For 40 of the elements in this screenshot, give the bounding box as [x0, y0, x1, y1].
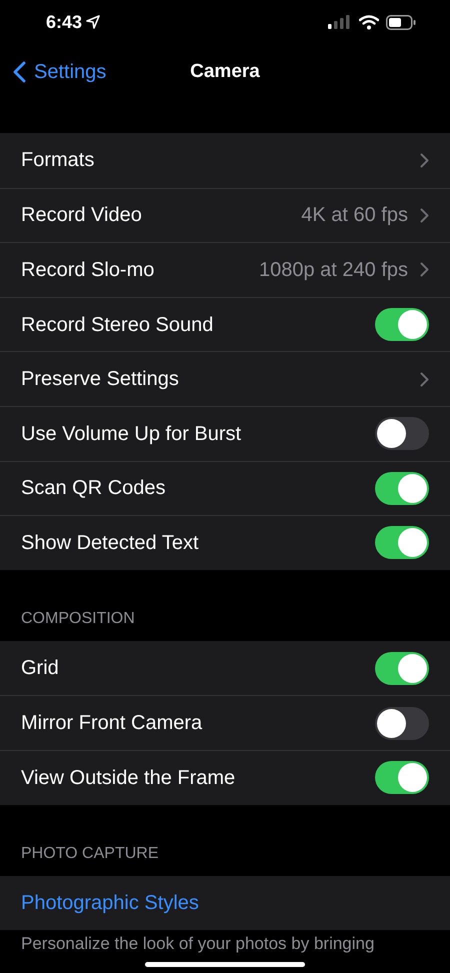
toggle-switch[interactable]	[375, 652, 429, 685]
section-header: COMPOSITION	[21, 608, 135, 629]
row-label: Record Video	[21, 203, 142, 228]
section-footer: Personalize the look of your photos by bringing	[21, 935, 374, 952]
toggle-switch[interactable]	[375, 761, 429, 794]
row-label: Preserve Settings	[21, 367, 179, 392]
wifi-icon	[359, 14, 379, 30]
toggle-switch[interactable]	[375, 706, 429, 740]
row-label: Use Volume Up for Burst	[21, 422, 242, 447]
toggle-switch[interactable]	[375, 472, 429, 505]
chevron-right-icon	[420, 262, 429, 278]
row-label: Show Detected Text	[21, 530, 199, 556]
location-arrow-icon	[86, 15, 100, 29]
toggle-switch[interactable]	[375, 417, 429, 450]
row-value: 4K at 60 fps	[301, 203, 408, 228]
row-label: View Outside the Frame	[21, 766, 236, 791]
signal-icon	[328, 14, 352, 30]
toggle-switch[interactable]	[375, 526, 429, 560]
action-link[interactable]: Photographic Styles	[21, 888, 199, 918]
chevron-right-icon	[420, 372, 429, 387]
page-title: Camera	[190, 60, 260, 84]
chevron-right-icon	[420, 208, 429, 223]
row-value: 1080p at 240 fps	[258, 258, 408, 283]
toggle-switch[interactable]	[375, 308, 429, 342]
row-label: Grid	[21, 656, 59, 682]
row-label: Formats	[21, 148, 94, 174]
settings-row[interactable]: Preserve Settings	[0, 351, 450, 406]
battery-icon	[386, 14, 416, 30]
section-header: PHOTO CAPTURE	[21, 844, 158, 864]
row-label: Record Stereo Sound	[21, 312, 214, 338]
back-button[interactable]: Settings	[12, 57, 106, 87]
settings-row[interactable]: Formats	[0, 133, 450, 188]
settings-row[interactable]: Record Slo-mo 1080p at 240 fps	[0, 242, 450, 297]
row-label: Scan QR Codes	[21, 476, 166, 502]
row-label: Mirror Front Camera	[21, 711, 202, 736]
chevron-right-icon	[420, 152, 429, 168]
row-label: Record Slo-mo	[21, 258, 154, 283]
chevron-left-icon	[12, 61, 26, 83]
status-time: 6:43	[46, 10, 82, 34]
settings-row[interactable]: Record Video 4K at 60 fps	[0, 188, 450, 242]
